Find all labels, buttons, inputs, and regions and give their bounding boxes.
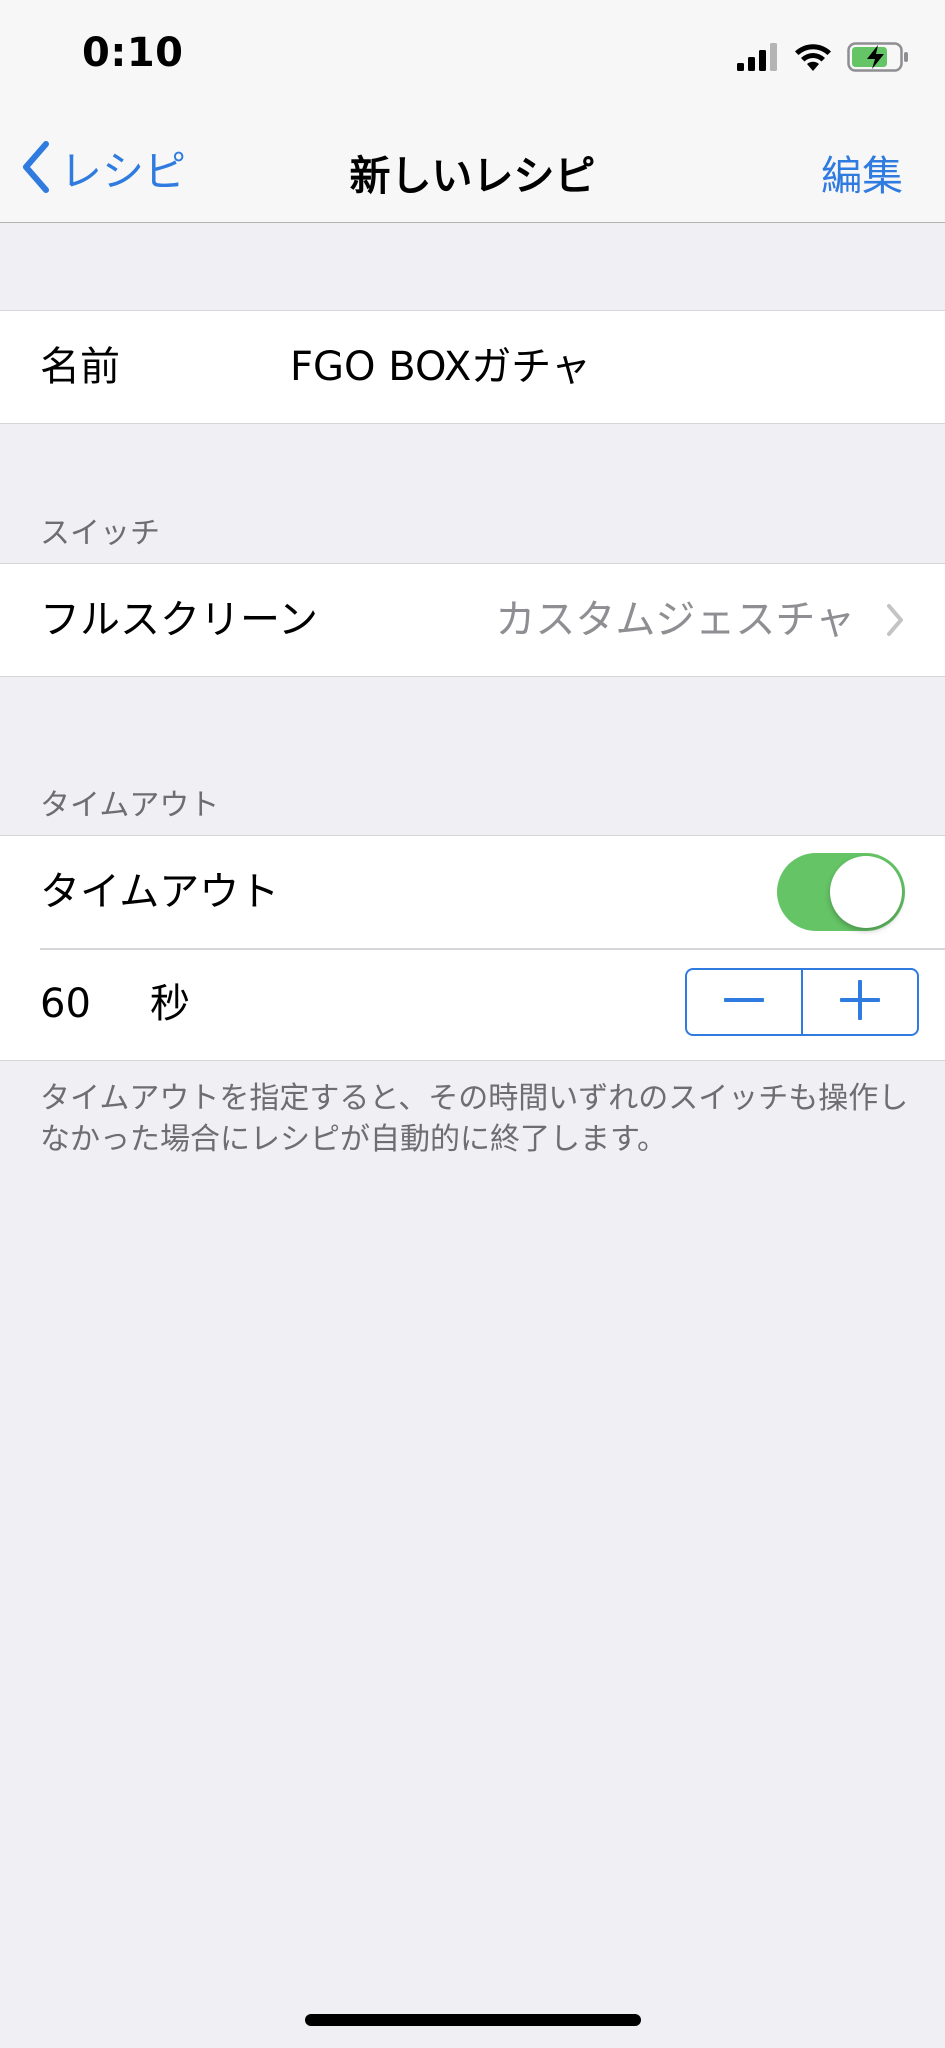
increment-button[interactable] — [801, 970, 917, 1034]
status-bar: 0:10 — [0, 0, 945, 110]
switch-group: フルスクリーン カスタムジェスチャ — [0, 563, 945, 677]
fullscreen-value: カスタムジェスチャ — [495, 597, 855, 643]
timeout-unit: 秒 — [150, 981, 190, 1027]
timeout-stepper — [685, 968, 919, 1036]
edit-button[interactable]: 編集 — [821, 142, 903, 202]
home-indicator[interactable] — [305, 2014, 641, 2026]
timeout-value: 60 — [40, 981, 91, 1027]
status-icons — [737, 42, 909, 76]
timeout-toggle-row: タイムアウト — [0, 836, 945, 948]
timeout-toggle[interactable] — [777, 853, 905, 931]
wifi-icon — [793, 42, 833, 76]
fullscreen-label: フルスクリーン — [40, 597, 318, 643]
status-time: 0:10 — [82, 30, 184, 76]
timeout-toggle-label: タイムアウト — [40, 869, 280, 915]
fullscreen-row[interactable]: フルスクリーン カスタムジェスチャ — [0, 564, 945, 676]
name-field[interactable]: FGO BOXガチャ — [290, 311, 591, 423]
decrement-button[interactable] — [687, 970, 801, 1034]
timeout-section-header: タイムアウト — [40, 788, 220, 823]
navigation-bar: レシピ 新しいレシピ 編集 — [0, 110, 945, 223]
timeout-footer-note: タイムアウトを指定すると、その時間いずれのスイッチも操作しなかった場合にレシピが… — [40, 1081, 909, 1157]
plus-icon — [838, 978, 882, 1026]
cellular-signal-icon — [737, 43, 779, 75]
name-row[interactable]: 名前 FGO BOXガチャ — [0, 311, 945, 423]
name-label: 名前 — [40, 344, 120, 390]
minus-icon — [722, 978, 766, 1026]
name-group: 名前 FGO BOXガチャ — [0, 310, 945, 424]
chevron-right-icon — [885, 602, 905, 642]
timeout-group: タイムアウト 60 秒 — [0, 835, 945, 1061]
battery-charging-icon — [847, 42, 909, 76]
switch-section-header: スイッチ — [40, 516, 160, 551]
toggle-knob — [830, 856, 902, 928]
timeout-duration-row: 60 秒 — [0, 948, 945, 1060]
page-title: 新しいレシピ — [349, 152, 596, 200]
